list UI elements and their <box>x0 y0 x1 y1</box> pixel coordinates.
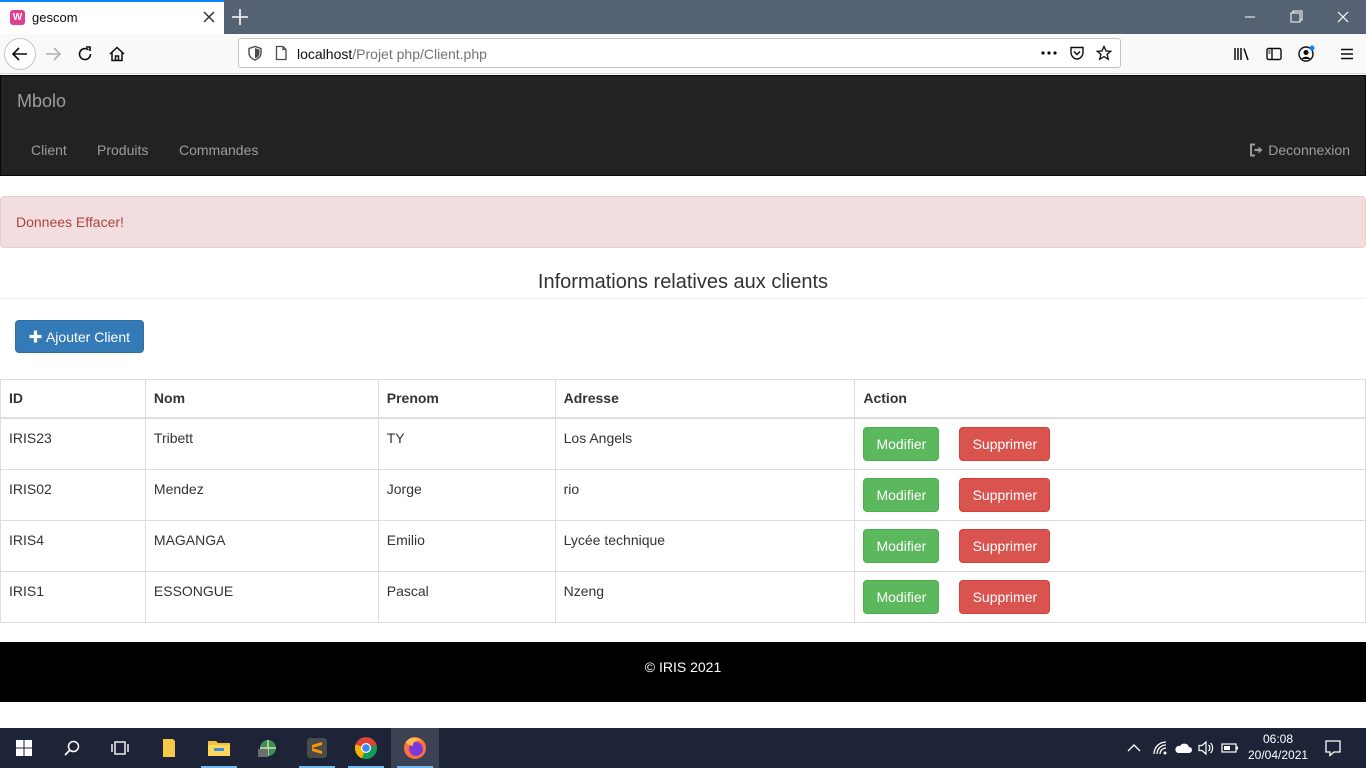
delete-button[interactable]: Supprimer <box>959 579 1051 614</box>
cell-adresse: rio <box>554 468 856 521</box>
brand-link[interactable]: Mbolo <box>17 91 66 112</box>
minimize-icon[interactable] <box>1240 8 1260 26</box>
close-window-icon[interactable] <box>1333 8 1353 26</box>
page-icon <box>273 45 289 61</box>
alert-message: Donnees Effacer! <box>0 196 1366 248</box>
cell-id: IRIS4 <box>0 519 146 572</box>
browser-tab-strip: W gescom <box>0 0 1366 34</box>
cell-prenom: Pascal <box>377 570 556 623</box>
back-icon[interactable] <box>4 38 36 70</box>
cell-prenom: TY <box>377 417 556 470</box>
delete-button[interactable]: Supprimer <box>959 477 1051 512</box>
forward-icon[interactable] <box>37 38 69 70</box>
clock-date: 20/04/2021 <box>1248 748 1309 762</box>
cell-adresse: Lycée technique <box>554 519 856 572</box>
divider <box>0 298 1366 299</box>
menu-icon[interactable] <box>1331 38 1363 70</box>
sublime-text-icon[interactable] <box>293 728 341 768</box>
restore-icon[interactable] <box>1286 8 1306 26</box>
home-icon[interactable] <box>101 38 133 70</box>
chrome-icon[interactable] <box>342 728 390 768</box>
cell-adresse: Nzeng <box>554 570 856 623</box>
modify-button[interactable]: Modifier <box>863 426 940 461</box>
modify-button[interactable]: Modifier <box>863 579 940 614</box>
sidebar-icon[interactable] <box>1258 38 1290 70</box>
add-client-label: Ajouter Client <box>45 328 131 345</box>
column-header-nom: Nom <box>144 379 379 419</box>
tab-title: gescom <box>32 10 78 25</box>
nav-link-produits[interactable]: Produits <box>97 142 148 158</box>
new-tab-icon[interactable] <box>230 7 250 27</box>
add-client-button[interactable]: Ajouter Client <box>15 320 144 353</box>
clock-time: 06:08 <box>1262 732 1294 746</box>
cell-id: IRIS23 <box>0 417 146 470</box>
nav-link-commandes[interactable]: Commandes <box>179 142 258 158</box>
browser-tab[interactable]: W gescom <box>0 0 224 34</box>
logout-icon <box>1249 143 1264 157</box>
url-text: localhost/Projet php/Client.php <box>297 46 487 62</box>
file-explorer-icon[interactable] <box>195 728 243 768</box>
column-header-prenom: Prenom <box>377 379 556 419</box>
table-row: IRIS4 MAGANGA Emilio Lycée technique Mod… <box>0 519 1366 572</box>
column-header-adresse: Adresse <box>554 379 856 419</box>
modify-button[interactable]: Modifier <box>863 528 940 563</box>
cell-action: Modifier Supprimer <box>854 570 1366 623</box>
table-row: IRIS02 Mendez Jorge rio Modifier Supprime… <box>0 468 1366 521</box>
page-title: Informations relatives aux clients <box>537 271 829 293</box>
cell-nom: Tribett <box>144 417 379 470</box>
logout-label: Deconnexion <box>1268 142 1350 158</box>
network-app-icon[interactable] <box>244 728 292 768</box>
account-icon[interactable] <box>1290 38 1322 70</box>
cell-prenom: Emilio <box>377 519 556 572</box>
cell-prenom: Jorge <box>377 468 556 521</box>
cell-adresse: Los Angels <box>554 417 856 470</box>
taskbar: 06:08 20/04/2021 <box>0 728 1366 768</box>
browser-toolbar: localhost/Projet php/Client.php <box>0 34 1366 74</box>
firefox-icon[interactable] <box>391 728 439 768</box>
table-header-row: ID Nom Prenom Adresse Action <box>0 379 1366 419</box>
footer-copyright: © IRIS 2021 <box>644 659 722 675</box>
table-row: IRIS23 Tribett TY Los Angels Modifier Sup… <box>0 417 1366 470</box>
logout-link[interactable]: Deconnexion <box>1249 142 1350 158</box>
page-actions-icon[interactable] <box>1040 45 1058 61</box>
delete-button[interactable]: Supprimer <box>959 426 1051 461</box>
cell-id: IRIS02 <box>0 468 146 521</box>
site-navbar: Mbolo Client Produits Commandes Deconnex… <box>0 75 1366 176</box>
bookmark-star-icon[interactable] <box>1096 45 1112 61</box>
notes-app-icon[interactable] <box>145 728 193 768</box>
search-icon[interactable] <box>48 728 96 768</box>
windows-start-icon[interactable] <box>0 728 48 768</box>
notifications-icon[interactable] <box>1310 728 1356 768</box>
cell-nom: MAGANGA <box>144 519 379 572</box>
plus-icon <box>29 330 42 343</box>
battery-icon[interactable] <box>1215 728 1245 768</box>
url-bar[interactable]: localhost/Projet php/Client.php <box>238 38 1121 68</box>
delete-button[interactable]: Supprimer <box>959 528 1051 563</box>
clients-table: ID Nom Prenom Adresse Action IRIS23 Trib… <box>0 379 1366 623</box>
page-footer: © IRIS 2021 <box>0 642 1366 702</box>
url-host: localhost <box>297 46 353 62</box>
cell-id: IRIS1 <box>0 570 146 623</box>
reload-icon[interactable] <box>69 38 101 70</box>
cell-nom: ESSONGUE <box>144 570 379 623</box>
table-row: IRIS1 ESSONGUE Pascal Nzeng Modifier Supp… <box>0 570 1366 623</box>
modify-button[interactable]: Modifier <box>863 477 940 512</box>
nav-link-client[interactable]: Client <box>31 142 67 158</box>
cell-action: Modifier Supprimer <box>854 417 1366 470</box>
cell-action: Modifier Supprimer <box>854 519 1366 572</box>
pocket-icon[interactable] <box>1069 45 1085 61</box>
system-clock[interactable]: 06:08 20/04/2021 <box>1248 731 1308 763</box>
library-icon[interactable] <box>1226 38 1258 70</box>
column-header-id: ID <box>0 379 146 419</box>
alert-text: Donnees Effacer! <box>16 214 124 230</box>
close-tab-icon[interactable] <box>202 10 216 24</box>
url-path: /Projet php/Client.php <box>352 46 487 62</box>
task-view-icon[interactable] <box>96 728 144 768</box>
shield-icon[interactable] <box>247 45 263 61</box>
wamp-favicon-icon: W <box>10 10 25 25</box>
cell-nom: Mendez <box>144 468 379 521</box>
column-header-action: Action <box>854 379 1366 419</box>
cell-action: Modifier Supprimer <box>854 468 1366 521</box>
